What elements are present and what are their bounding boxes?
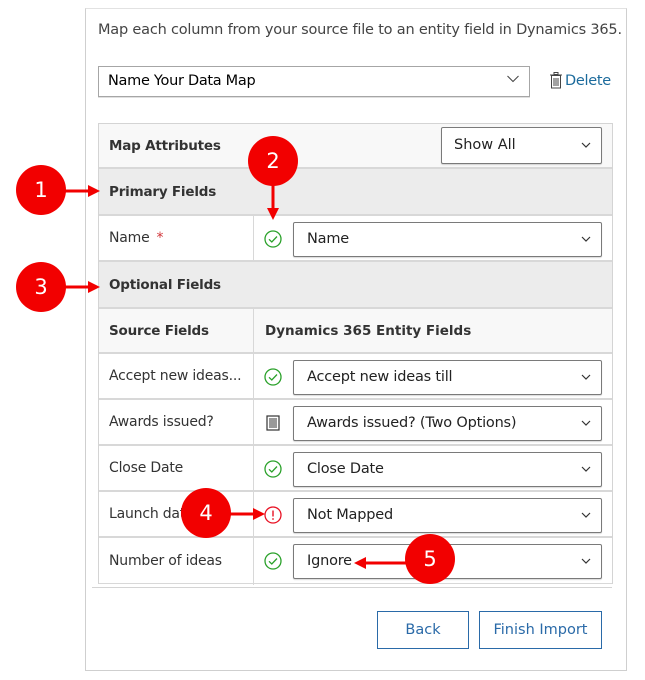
column-headers: Source Fields Dynamics 365 Entity Fields <box>99 309 612 354</box>
source-field-name: Accept new ideas... <box>109 368 242 384</box>
callout-3: 3 <box>16 262 66 312</box>
primary-fields-section: Primary Fields <box>99 169 612 216</box>
target-field-value: Not Mapped <box>307 507 393 523</box>
target-field-value: Close Date <box>307 461 384 477</box>
column-divider <box>253 309 254 354</box>
column-divider <box>253 446 254 492</box>
callout-arrow-icon <box>64 281 100 293</box>
chevron-down-icon <box>581 374 591 380</box>
chevron-down-icon <box>581 236 591 242</box>
chevron-down-icon <box>581 466 591 472</box>
target-field-select[interactable]: Not Mapped <box>293 498 602 533</box>
callout-arrow-icon <box>229 508 265 520</box>
target-field-select[interactable]: Accept new ideas till <box>293 360 602 395</box>
column-divider <box>253 538 254 585</box>
trash-icon <box>550 72 562 89</box>
back-button[interactable]: Back <box>377 611 469 649</box>
target-field-value: Ignore <box>307 553 352 569</box>
callout-2: 2 <box>248 136 298 186</box>
data-map-select[interactable]: Name Your Data Map <box>98 66 530 97</box>
show-all-filter-select[interactable]: Show All <box>441 127 602 164</box>
filter-select-value: Show All <box>454 137 516 153</box>
chevron-down-icon <box>581 420 591 426</box>
intro-text: Map each column from your source file to… <box>98 22 622 38</box>
entity-fields-header: Dynamics 365 Entity Fields <box>265 322 472 339</box>
map-attributes-label: Map Attributes <box>109 137 221 154</box>
table-row: Accept new ideas... Accept new ideas til… <box>99 354 612 400</box>
table-row: Launch date Not Mapped <box>99 492 612 538</box>
chevron-down-icon <box>507 75 519 83</box>
target-field-value: Accept new ideas till <box>307 369 453 385</box>
source-field: Name * <box>109 216 164 260</box>
target-field-select[interactable]: Close Date <box>293 452 602 487</box>
optional-fields-label: Optional Fields <box>109 276 221 293</box>
delete-label: Delete <box>565 72 611 89</box>
target-field-value: Name <box>307 231 349 247</box>
data-map-select-value: Name Your Data Map <box>108 73 256 89</box>
target-field-select[interactable]: Name <box>293 222 602 257</box>
callout-1: 1 <box>16 165 66 215</box>
mapping-table: Map Attributes Show All Primary Fields N… <box>98 123 613 585</box>
target-field-select[interactable]: Awards issued? (Two Options) <box>293 406 602 441</box>
callout-4: 4 <box>181 488 231 538</box>
column-divider <box>253 216 254 262</box>
column-divider <box>253 354 254 400</box>
divider-line <box>92 587 612 588</box>
chevron-down-icon <box>581 558 591 564</box>
target-field-value: Awards issued? (Two Options) <box>307 415 517 431</box>
source-field-name: Awards issued? <box>109 414 214 430</box>
finish-import-button[interactable]: Finish Import <box>479 611 602 649</box>
check-circle-icon <box>264 552 282 570</box>
chevron-down-icon <box>581 142 591 148</box>
map-attributes-header: Map Attributes Show All <box>99 124 612 169</box>
callout-arrow-icon <box>354 557 408 569</box>
callout-arrow-icon <box>267 184 279 220</box>
optional-fields-section: Optional Fields <box>99 262 612 309</box>
column-divider <box>253 400 254 446</box>
source-fields-header: Source Fields <box>109 322 209 339</box>
required-marker: * <box>156 230 164 246</box>
chevron-down-icon <box>581 512 591 518</box>
table-row: Close Date Close Date <box>99 446 612 492</box>
primary-fields-label: Primary Fields <box>109 183 217 200</box>
callout-5: 5 <box>405 534 455 584</box>
delete-button[interactable]: Delete <box>549 72 611 89</box>
option-set-list-icon <box>266 415 280 431</box>
check-circle-icon <box>264 230 282 248</box>
source-field-name: Number of ideas <box>109 552 222 569</box>
check-circle-icon <box>264 368 282 386</box>
table-row: Name * Name <box>99 216 612 262</box>
table-row: Awards issued? Awards issued? (Two Optio… <box>99 400 612 446</box>
source-field-name: Name <box>109 230 150 246</box>
source-field-name: Close Date <box>109 460 184 476</box>
check-circle-icon <box>264 460 282 478</box>
callout-arrow-icon <box>64 185 100 197</box>
